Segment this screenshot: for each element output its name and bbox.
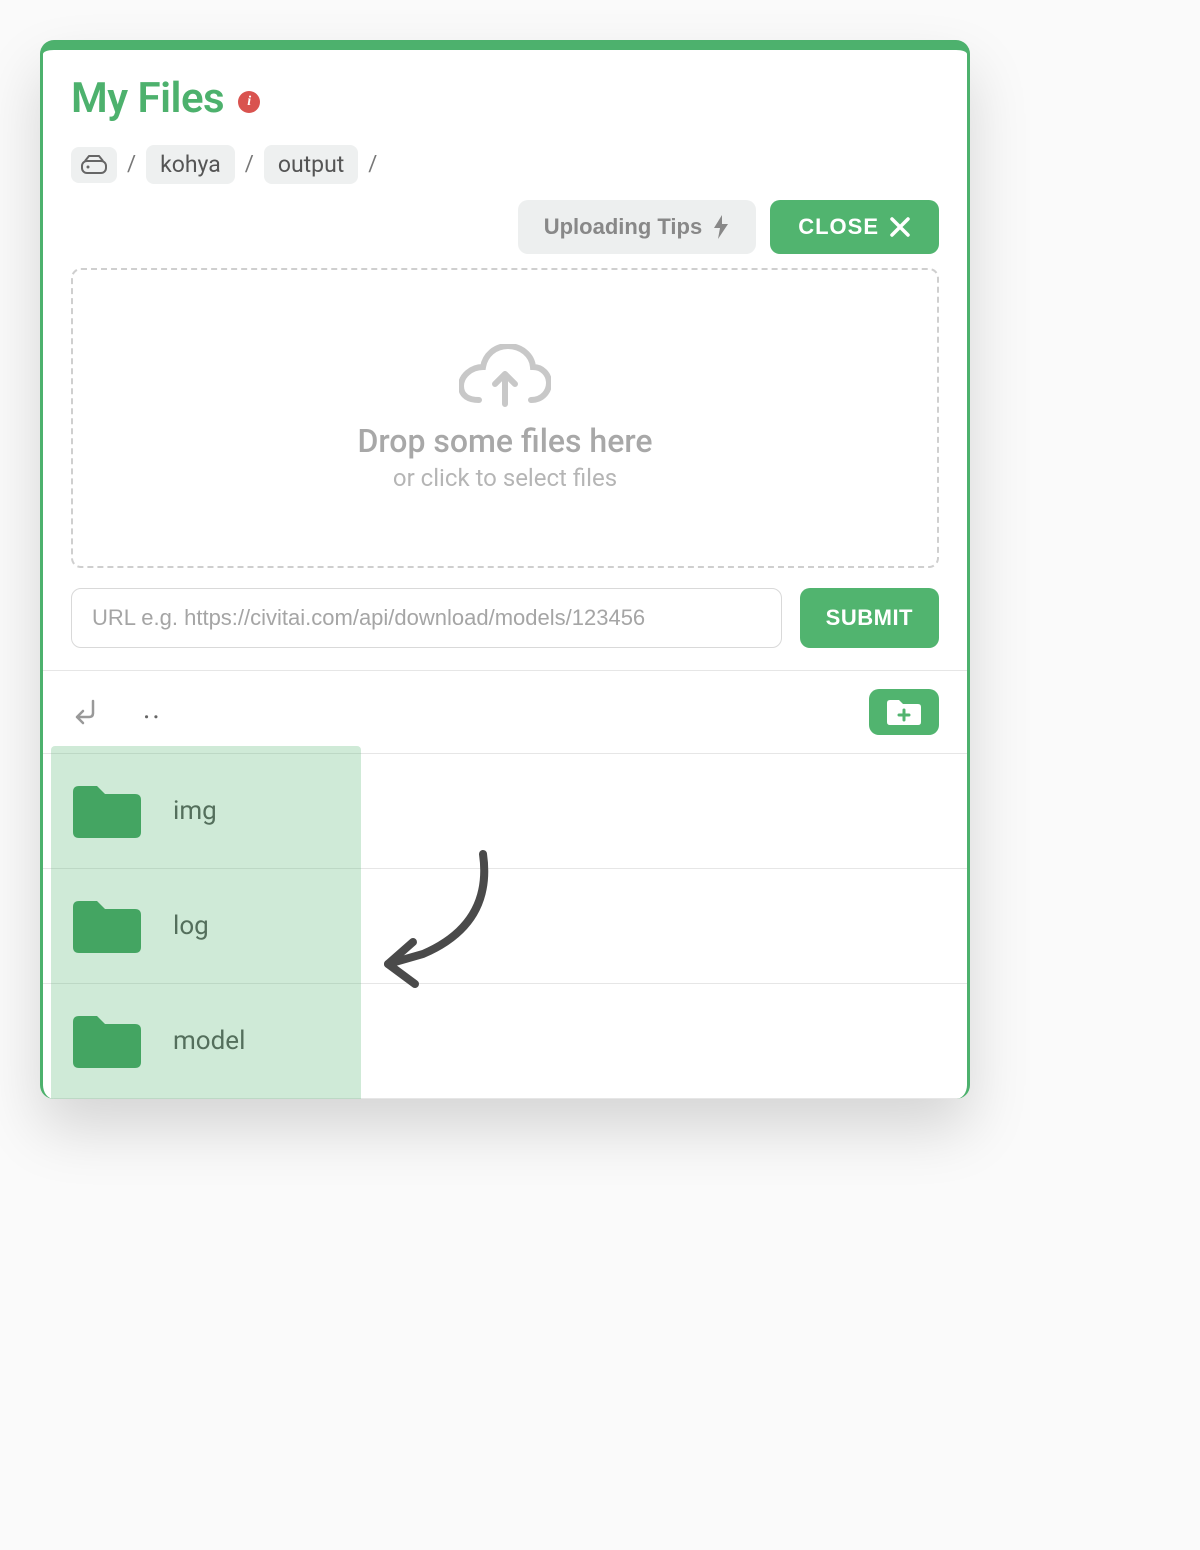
- breadcrumb-item-output[interactable]: output: [264, 145, 358, 184]
- close-icon: [889, 216, 911, 238]
- submit-button-label: SUBMIT: [826, 605, 913, 630]
- dropzone-sub-text: or click to select files: [393, 464, 617, 492]
- parent-dir-link[interactable]: ..: [71, 696, 162, 729]
- folder-row[interactable]: log: [43, 869, 967, 984]
- back-arrow-icon: [71, 697, 101, 727]
- uploading-tips-label: Uploading Tips: [544, 214, 702, 240]
- page-title: My Files: [71, 74, 224, 123]
- breadcrumb: / kohya / output /: [71, 145, 939, 184]
- info-icon[interactable]: i: [238, 91, 260, 113]
- new-folder-icon: [885, 697, 923, 727]
- folder-row[interactable]: img: [43, 754, 967, 869]
- close-button[interactable]: CLOSE: [770, 200, 939, 254]
- breadcrumb-root[interactable]: [71, 147, 117, 183]
- url-input[interactable]: [71, 588, 782, 648]
- url-row: SUBMIT: [43, 568, 967, 671]
- folder-icon: [71, 897, 143, 955]
- breadcrumb-item-kohya[interactable]: kohya: [146, 145, 235, 184]
- folder-name: model: [173, 1026, 245, 1056]
- folder-icon: [71, 1012, 143, 1070]
- folder-name: log: [173, 911, 209, 941]
- folder-name: img: [173, 796, 217, 826]
- breadcrumb-sep: /: [245, 152, 254, 177]
- panel-header: My Files i / kohya / output /: [43, 50, 967, 192]
- folder-row[interactable]: model: [43, 984, 967, 1099]
- file-dropzone[interactable]: Drop some files here or click to select …: [71, 268, 939, 568]
- new-folder-button[interactable]: [869, 689, 939, 735]
- file-list: img log model: [43, 754, 967, 1099]
- uploading-tips-button[interactable]: Uploading Tips: [518, 200, 756, 254]
- dropzone-main-text: Drop some files here: [358, 422, 653, 460]
- folder-icon: [71, 782, 143, 840]
- title-row: My Files i: [71, 74, 939, 123]
- breadcrumb-sep: /: [368, 152, 377, 177]
- folder-nav-row: ..: [43, 671, 967, 754]
- drive-icon: [81, 155, 107, 175]
- file-manager-panel: My Files i / kohya / output / Uploading …: [40, 40, 970, 1099]
- cloud-upload-icon: [459, 344, 551, 414]
- parent-dir-label: ..: [143, 692, 162, 725]
- action-row: Uploading Tips CLOSE: [43, 192, 967, 268]
- breadcrumb-sep: /: [127, 152, 136, 177]
- close-button-label: CLOSE: [798, 214, 879, 240]
- lightning-icon: [712, 214, 730, 240]
- submit-button[interactable]: SUBMIT: [800, 588, 939, 648]
